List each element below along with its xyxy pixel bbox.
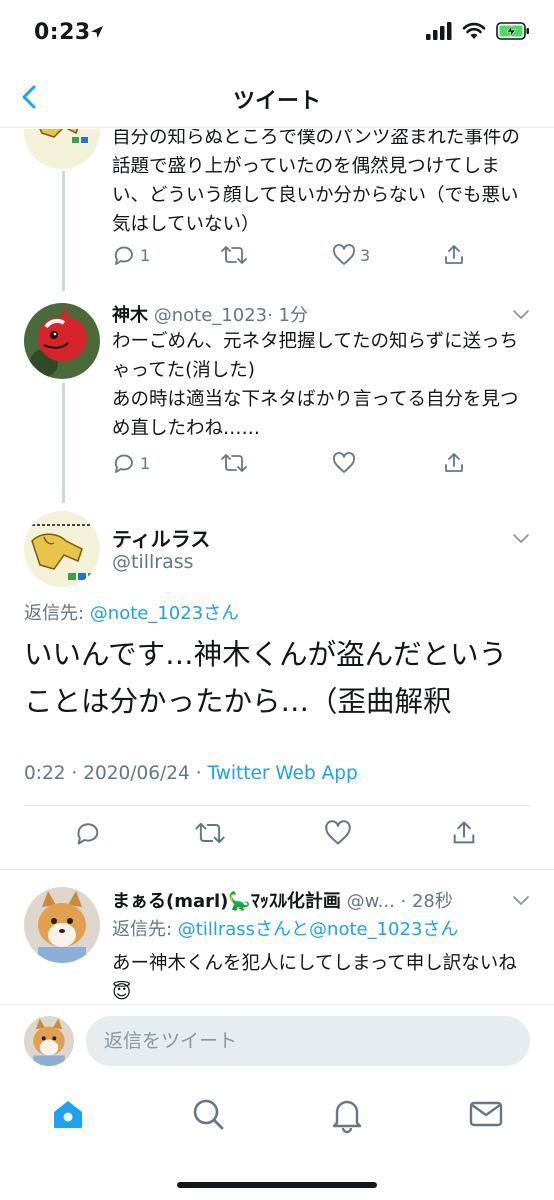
thread-connector [62,383,65,503]
home-indicator[interactable] [177,1182,377,1188]
divider [24,805,530,806]
main-tweet-text: いいんです…神木くんが盗んだということは分かったから…（歪曲解釈 [24,638,508,718]
heart-icon [325,820,351,845]
replying-to-link[interactable]: @note_1023さん [90,603,239,624]
retweet-icon [221,454,247,472]
tweet-time: · 28秒 [400,891,453,912]
retweet-icon [195,822,225,844]
tweet-time: · 1分 [267,305,309,326]
search-icon[interactable] [188,1094,228,1134]
user-handle[interactable]: @tillrass [112,551,194,573]
location-arrow-icon [91,26,103,38]
replying-to-prefix: 返信先: [112,919,178,940]
tweet-thread: 自分の知らぬところで僕のパンツ盗まれた事件の話題で盛り上がっていたのを偶然見つけ… [0,129,554,1004]
status-indicators [426,22,530,40]
heart-icon [333,244,355,265]
thread-connector [62,171,65,291]
avatar-image [24,1016,74,1066]
tweet-text: 自分の知らぬところで僕のパンツ盗まれた事件の話題で盛り上がっていたのを偶然見つけ… [112,129,520,235]
retweet-button[interactable] [220,451,248,475]
like-button[interactable] [324,819,352,847]
chevron-down-icon[interactable] [512,895,530,907]
heart-icon [333,452,355,473]
reply-count: 1 [140,453,151,473]
tweet-meta: 0:22 · 2020/06/24 · Twitter Web App [24,763,358,784]
like-button[interactable]: 3 [332,243,370,267]
share-button[interactable] [450,819,478,847]
tweet-actions: 1 [108,451,528,481]
notifications-icon[interactable] [327,1094,367,1134]
reply-icon [114,246,133,265]
signal-icon [426,22,452,40]
messages-icon[interactable] [466,1094,506,1134]
like-count: 3 [360,245,371,265]
avatar-image [24,511,100,587]
current-user-avatar[interactable] [24,1016,74,1066]
chevron-down-icon[interactable] [512,533,530,545]
replying-to-link[interactable]: @tillrassさんと@note_1023さん [178,919,459,940]
tweet-header: 神木 @note_1023· 1分 [112,301,308,327]
avatar[interactable] [24,303,100,379]
tab-bar [0,1078,554,1200]
nav-bar: ツイート [0,70,554,128]
home-icon[interactable] [48,1094,88,1134]
like-button[interactable] [332,451,356,475]
chevron-down-icon[interactable] [512,309,530,321]
tweet-text: あー神木くんを犯人にしてしまって申し訳ないね😇 [112,953,517,1003]
battery-charging-icon [496,22,529,40]
avatar[interactable] [24,129,100,169]
display-name[interactable]: まぁる(marl)🦕ﾏｯｽﾙ化計画 [112,891,341,912]
share-icon [445,245,463,264]
avatar-image [24,129,100,169]
display-name[interactable]: 神木 [112,305,148,326]
tweet-actions: 1 3 [108,243,528,273]
share-button[interactable] [442,451,466,475]
reply-icon [77,823,99,845]
share-icon [445,453,463,472]
reply-button[interactable]: 1 [112,451,150,475]
retweet-button[interactable] [220,243,248,267]
avatar-image [24,887,100,963]
user-handle[interactable]: @note_1023 [154,305,267,326]
tweet-detail-screen: 0:23 ツイート 自分の知らぬところで僕のパンツ盗まれた事件の話題で盛り上がっ… [0,0,554,1200]
retweet-icon [221,246,247,264]
reply-button[interactable] [74,819,102,847]
avatar[interactable] [24,511,100,587]
tweet-source-link[interactable]: Twitter Web App [207,763,357,784]
divider [0,869,554,870]
tweet-header: まぁる(marl)🦕ﾏｯｽﾙ化計画 @w... · 28秒 [112,887,453,913]
share-button[interactable] [442,243,466,267]
replying-to: 返信先: @tillrassさんと@note_1023さん [112,915,458,941]
replying-to: 返信先: @note_1023さん [24,599,239,625]
wifi-icon [462,22,486,39]
main-tweet-actions [0,819,554,859]
tweet-text: わーごめん、元ネタ把握してたの知らずに送っちゃってた(消した) あの時は適当な下… [112,331,519,439]
reply-icon [114,454,133,473]
replying-to-prefix: 返信先: [24,603,90,624]
status-time: 0:23 [34,20,91,45]
reply-button[interactable]: 1 [112,243,150,267]
display-name[interactable]: ティルラス [112,523,210,552]
user-handle[interactable]: @w... [347,891,395,912]
tweet-timestamp: 0:22 · 2020/06/24 · [24,763,208,784]
reply-input[interactable] [86,1016,530,1066]
share-icon [453,821,475,844]
reply-count: 1 [140,245,151,265]
avatar[interactable] [24,887,100,963]
status-bar: 0:23 [0,0,554,70]
reply-composer-bar [0,1004,554,1078]
avatar-image [24,303,100,379]
page-title: ツイート [232,89,321,114]
retweet-button[interactable] [194,819,226,847]
